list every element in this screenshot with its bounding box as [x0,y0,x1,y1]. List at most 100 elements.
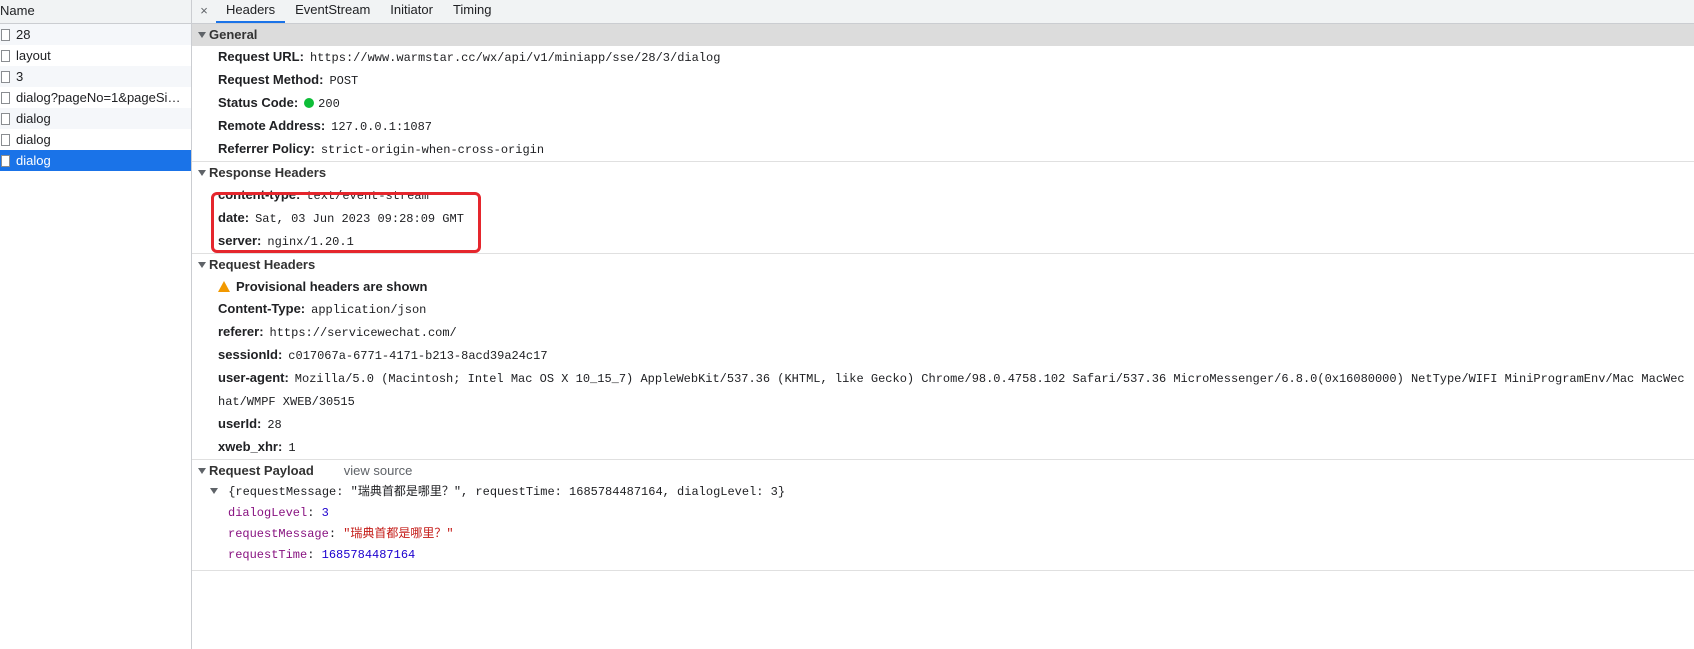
request-row[interactable]: dialog [0,129,191,150]
request-row[interactable]: 28 [0,24,191,45]
header-key: sessionId: [218,347,283,362]
header-key: Request URL: [218,49,304,64]
section-title: General [209,27,258,42]
expand-triangle-icon [198,32,206,38]
header-key: Content-Type: [218,301,306,316]
tab-timing[interactable]: Timing [443,0,502,23]
header-key: Remote Address: [218,118,326,133]
xweb-xhr-row: xweb_xhr: 1 [192,436,1694,459]
payload-value: 1685784487164 [321,548,416,562]
payload-key: requestMessage [228,527,329,541]
request-headers-header[interactable]: Request Headers [192,254,1694,276]
request-url-row: Request URL: https://www.warmstar.cc/wx/a… [192,46,1694,69]
provisional-warning-text: Provisional headers are shown [236,279,428,294]
request-row[interactable]: dialog [0,108,191,129]
session-id-row: sessionId: c017067a-6771-4171-b213-8acd39… [192,344,1694,367]
request-row[interactable]: layout [0,45,191,66]
header-value: 127.0.0.1:1087 [331,120,432,134]
document-icon [1,70,10,83]
header-value: Sat, 03 Jun 2023 09:28:09 GMT [255,212,464,226]
header-value: https://servicewechat.com/ [269,326,457,340]
request-name: dialog?pageNo=1&pageSize… [16,90,186,105]
section-title: Response Headers [209,165,327,180]
header-value: nginx/1.20.1 [267,235,354,249]
payload-key: dialogLevel [228,506,308,520]
status-code-row: Status Code: 200 [192,92,1694,115]
request-name: dialog [16,111,51,126]
document-icon [1,91,10,104]
header-value: application/json [311,303,427,317]
header-value: strict-origin-when-cross-origin [320,143,545,157]
payload-value: "瑞典首都是哪里？" [343,527,454,541]
tab-eventstream[interactable]: EventStream [285,0,380,23]
header-key: referer: [218,324,264,339]
payload-key: requestTime [228,548,308,562]
date-row: date: Sat, 03 Jun 2023 09:28:09 GMT [192,207,1694,230]
header-value: 1 [288,441,296,455]
tab-initiator[interactable]: Initiator [380,0,443,23]
provisional-warning-row: Provisional headers are shown [192,276,1694,298]
header-value: 200 [318,97,340,111]
header-value: text/event-stream [306,189,429,203]
general-section: General Request URL: https://www.warmstar… [192,24,1694,162]
header-key: user-agent: [218,370,289,385]
expand-triangle-icon [198,468,206,474]
name-column-header[interactable]: Name [0,0,191,24]
header-key: xweb_xhr: [218,439,283,454]
expand-triangle-icon [198,170,206,176]
expand-triangle-icon [210,488,218,494]
request-method-row: Request Method: POST [192,69,1694,92]
document-icon [1,133,10,146]
payload-value: 3 [321,506,329,520]
request-row-selected[interactable]: dialog [0,150,191,171]
details-tab-bar: × Headers EventStream Initiator Timing [192,0,1694,24]
general-section-header[interactable]: General [192,24,1694,46]
server-row: server: nginx/1.20.1 [192,230,1694,253]
status-ok-icon [304,98,315,108]
header-key: Request Method: [218,72,324,87]
view-source-link[interactable]: view source [344,460,413,482]
request-name: 28 [16,27,31,42]
section-title: Request Headers [209,257,316,272]
request-name: layout [16,48,51,63]
request-row[interactable]: 3 [0,66,191,87]
header-value: Mozilla/5.0 (Macintosh; Intel Mac OS X 1… [218,372,1685,409]
response-headers-section: Response Headers content-type: text/event… [192,162,1694,254]
request-name: dialog [16,132,51,147]
header-key: Referrer Policy: [218,141,315,156]
request-rows: 28 layout 3 dialog?pageNo=1&pageSize… di… [0,24,191,171]
req-content-type-row: Content-Type: application/json [192,298,1694,321]
request-row[interactable]: dialog?pageNo=1&pageSize… [0,87,191,108]
request-payload-header[interactable]: Request Payload view source [192,460,1694,482]
content-type-row: content-type: text/event-stream [192,184,1694,207]
request-list-panel: Name 28 layout 3 dialog?pageNo=1&pageSiz… [0,0,192,649]
expand-triangle-icon [198,262,206,268]
document-icon [1,154,10,167]
header-value: c017067a-6771-4171-b213-8acd39a24c17 [288,349,548,363]
close-icon[interactable]: × [192,0,216,23]
document-icon [1,28,10,41]
header-key: server: [218,233,262,248]
request-name: 3 [16,69,24,84]
tab-headers[interactable]: Headers [216,0,286,23]
remote-address-row: Remote Address: 127.0.0.1:1087 [192,115,1694,138]
header-key: content-type: [218,187,301,202]
payload-summary-text: {requestMessage: "瑞典首都是哪里？", requestTime… [228,485,786,499]
header-value: POST [329,74,359,88]
header-value: 28 [267,418,282,432]
header-key: Status Code: [218,95,299,110]
document-icon [1,49,10,62]
warning-icon [218,281,230,292]
referrer-policy-row: Referrer Policy: strict-origin-when-cross… [192,138,1694,161]
request-headers-section: Request Headers Provisional headers are … [192,254,1694,460]
request-name: dialog [16,153,51,168]
response-headers-header[interactable]: Response Headers [192,162,1694,184]
request-details-panel: × Headers EventStream Initiator Timing G… [192,0,1694,649]
payload-request-message: requestMessage: "瑞典首都是哪里？" [228,527,454,541]
user-agent-row: user-agent: Mozilla/5.0 (Macintosh; Intel… [192,367,1694,413]
header-key: date: [218,210,250,225]
referer-row: referer: https://servicewechat.com/ [192,321,1694,344]
document-icon [1,112,10,125]
payload-summary[interactable]: {requestMessage: "瑞典首都是哪里？", requestTime… [192,482,1694,503]
payload-request-time: requestTime: 1685784487164 [228,548,416,562]
